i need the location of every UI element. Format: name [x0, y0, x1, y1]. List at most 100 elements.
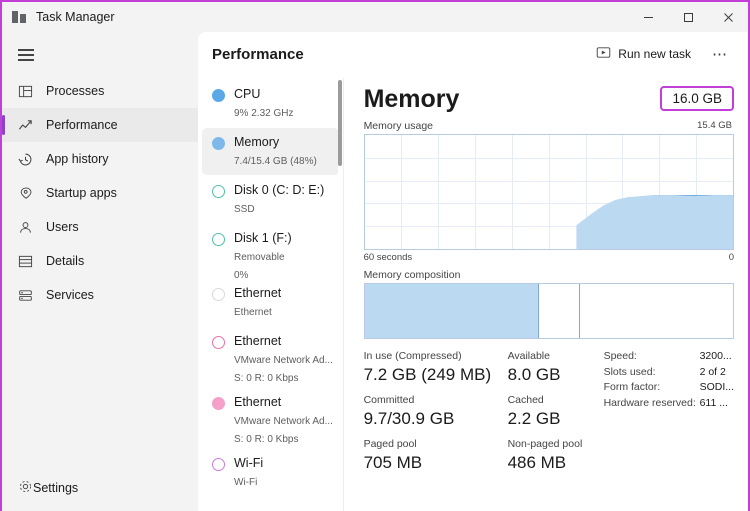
- sidebar-item-startup-apps[interactable]: Startup apps: [2, 176, 198, 210]
- memory-usage-chart: [363, 134, 734, 250]
- sidebar-item-label: Services: [46, 288, 94, 302]
- history-icon: [18, 152, 38, 167]
- sidebar-item-app-history[interactable]: App history: [2, 142, 198, 176]
- status-dot: [212, 185, 225, 198]
- resource-item-cpu[interactable]: CPU 9% 2.32 GHz: [202, 80, 339, 127]
- stat-value: 2 of 2: [699, 365, 726, 378]
- sidebar-item-label: Details: [46, 254, 85, 268]
- hamburger-bars: [18, 49, 34, 61]
- page-title: Performance: [212, 45, 304, 63]
- scrollbar-thumb[interactable]: [337, 80, 342, 166]
- sidebar-item-label: Performance: [46, 118, 118, 132]
- resource-item-ethernet-1[interactable]: Ethernet Ethernet: [202, 279, 339, 326]
- resource-list-scrollbar[interactable]: [337, 80, 342, 505]
- stat-value: 3200...: [699, 350, 732, 362]
- status-dot: [212, 288, 225, 301]
- rocket-icon: [18, 186, 38, 201]
- stat-label: Non-paged pool: [507, 438, 583, 450]
- run-task-icon: [596, 45, 611, 63]
- services-icon: [18, 288, 38, 303]
- window-title: Task Manager: [36, 10, 115, 24]
- resource-item-memory[interactable]: Memory 7.4/15.4 GB (48%): [202, 128, 339, 175]
- resource-sub: VMware Network Ad...: [234, 355, 333, 366]
- status-dot: [212, 336, 225, 349]
- stat-value: 7.2 GB (249 MB): [363, 365, 492, 384]
- sidebar-item-performance[interactable]: Performance: [2, 108, 198, 142]
- sidebar-item-label: Startup apps: [46, 186, 117, 200]
- chart-axis-left: 60 seconds: [363, 252, 413, 263]
- sidebar: Processes Performance App history Startu…: [2, 32, 198, 511]
- stat-row: Speed: 3200...: [604, 349, 734, 365]
- memory-usage-label: Memory usage: [363, 120, 434, 132]
- resource-sub: Wi-Fi: [234, 477, 258, 488]
- more-options-icon[interactable]: ⋯: [704, 41, 736, 67]
- stat-value: 2.2 GB: [507, 409, 561, 428]
- resource-sub2: S: 0 R: 0 Kbps: [234, 434, 299, 445]
- resource-item-ethernet-3[interactable]: Ethernet VMware Network Ad... S: 0 R: 0 …: [202, 388, 339, 448]
- stat-value: SODI...: [699, 381, 734, 393]
- sidebar-item-label: App history: [46, 152, 109, 166]
- sidebar-item-processes[interactable]: Processes: [2, 74, 198, 108]
- composition-free: [580, 284, 733, 338]
- sidebar-item-label: Users: [46, 220, 79, 234]
- composition-modified: [538, 284, 581, 338]
- memory-composition-bar: [363, 283, 734, 339]
- sidebar-item-details[interactable]: Details: [2, 244, 198, 278]
- detail-header: Memory 16.0 GB: [364, 84, 734, 114]
- stat-label: Form factor:: [603, 381, 661, 393]
- close-button[interactable]: [708, 2, 748, 32]
- content-header: Performance Run new task ⋯: [198, 32, 748, 76]
- performance-icon: [18, 118, 38, 133]
- sidebar-item-settings[interactable]: Settings: [2, 471, 198, 505]
- run-new-task-label: Run new task: [618, 47, 691, 61]
- resource-sub2: S: 0 R: 0 Kbps: [234, 373, 299, 384]
- resource-item-disk1[interactable]: Disk 1 (F:) Removable 0%: [202, 224, 339, 278]
- stat-label: Paged pool: [363, 438, 417, 450]
- stat-label: In use (Compressed): [363, 350, 462, 362]
- stat-value: 9.7/30.9 GB: [363, 409, 455, 428]
- resource-item-ethernet-2[interactable]: Ethernet VMware Network Ad... S: 0 R: 0 …: [202, 327, 339, 387]
- minimize-button[interactable]: [628, 2, 668, 32]
- run-new-task-button[interactable]: Run new task: [587, 40, 700, 68]
- status-dot: [212, 89, 225, 102]
- status-dot: [212, 233, 225, 246]
- memory-capacity-badge: 16.0 GB: [660, 86, 734, 111]
- hamburger-icon[interactable]: [2, 36, 198, 74]
- users-icon: [18, 220, 38, 235]
- stat-value: 705 MB: [363, 453, 423, 472]
- header-actions: Run new task ⋯: [587, 40, 736, 68]
- stat-label: Available: [507, 350, 550, 362]
- memory-stats: In use (Compressed) 7.2 GB (249 MB) Comm…: [364, 349, 734, 481]
- resource-name: Disk 1 (F:): [234, 231, 292, 245]
- resource-sub: Removable: [234, 252, 285, 263]
- sidebar-item-label: Processes: [46, 84, 105, 98]
- stat-value: 8.0 GB: [507, 365, 561, 384]
- resource-sub: VMware Network Ad...: [234, 416, 333, 427]
- stat-row: Form factor: SODI...: [604, 380, 734, 396]
- stat-value: 611 ...: [699, 396, 728, 409]
- stat-label: Committed: [363, 394, 415, 406]
- sidebar-item-users[interactable]: Users: [2, 210, 198, 244]
- status-dot: [212, 397, 225, 410]
- stat-value: 486 MB: [507, 453, 567, 472]
- detail-heading: Memory: [363, 85, 460, 113]
- stat-label: Cached: [507, 394, 544, 406]
- sidebar-item-services[interactable]: Services: [2, 278, 198, 312]
- stats-column-1: In use (Compressed) 7.2 GB (249 MB) Comm…: [364, 349, 508, 481]
- resource-name: Ethernet: [234, 286, 282, 300]
- chart-max-label: 15.4 GB: [697, 120, 732, 131]
- resource-sub2: 0%: [234, 270, 249, 278]
- resource-name: Wi-Fi: [234, 456, 264, 470]
- resource-name: Memory: [234, 135, 280, 149]
- resource-item-disk0[interactable]: Disk 0 (C: D: E:) SSD 4%: [202, 176, 339, 223]
- stat-row: Hardware reserved: 611 ...: [604, 396, 734, 412]
- processes-icon: [18, 84, 38, 99]
- maximize-button[interactable]: [668, 2, 708, 32]
- chart-axis-labels: 60 seconds 0: [364, 252, 734, 263]
- resource-item-wifi[interactable]: Wi-Fi Wi-Fi: [202, 449, 339, 496]
- resource-name: Ethernet: [234, 395, 282, 409]
- details-icon: [18, 254, 38, 269]
- resource-name: Ethernet: [234, 334, 282, 348]
- status-dot: [212, 137, 225, 150]
- gear-icon: [18, 479, 33, 497]
